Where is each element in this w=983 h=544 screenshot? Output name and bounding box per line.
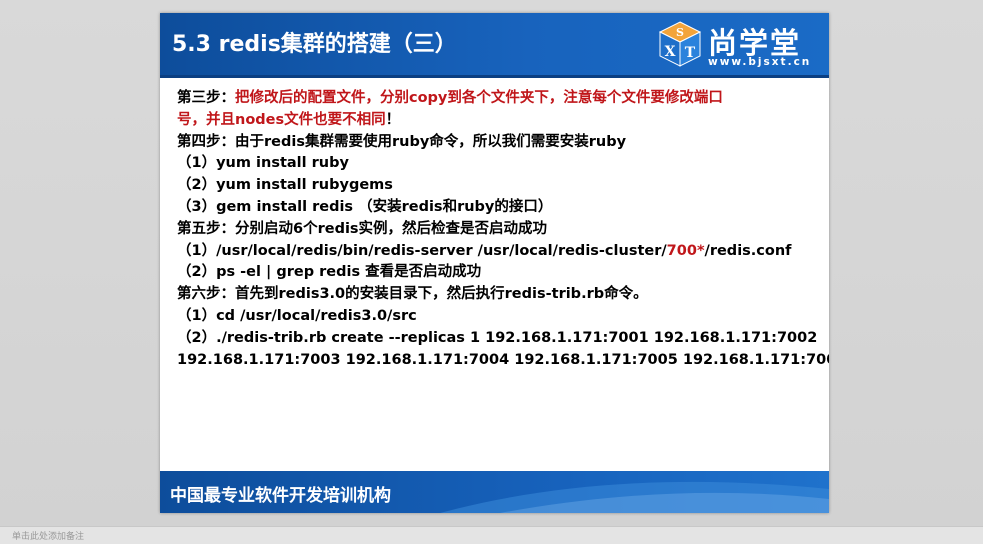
company-logo: S X T 尚学堂 www.bjsxt.cn [656, 17, 826, 73]
content-line: 第五步：分别启动6个redis实例，然后检查是否启动成功 [177, 219, 822, 241]
cube-letter-t: T [685, 45, 696, 61]
body-text: （1）cd /usr/local/redis3.0/src [177, 307, 417, 324]
logo-url: www.bjsxt.cn [708, 56, 812, 68]
content-line: （2）./redis-trib.rb create --replicas 1 1… [177, 328, 822, 350]
notes-placeholder: 单击此处添加备注 [12, 532, 85, 542]
footer-swoosh-decoration [440, 481, 829, 513]
body-text: （1）/usr/local/redis/bin/redis-server /us… [177, 242, 667, 259]
body-text: ！ [385, 111, 401, 128]
body-text: （2）yum install rubygems [177, 177, 393, 194]
highlight-text: 700* [666, 242, 705, 259]
body-text: 192.168.1.171:7003 192.168.1.171:7004 19… [177, 351, 829, 368]
slide-canvas[interactable]: 5.3 redis集群的搭建（三） S X T 尚学堂 www.bjsxt.cn… [160, 13, 829, 513]
content-line: 192.168.1.171:7003 192.168.1.171:7004 19… [177, 350, 829, 372]
content-line: 第四步：由于redis集群需要使用ruby命令，所以我们需要安装ruby [177, 132, 822, 154]
highlight-text: 号，并且nodes文件也要不相同 [177, 111, 386, 128]
content-line: （1）yum install ruby [177, 153, 822, 175]
notes-pane[interactable]: 单击此处添加备注 [0, 526, 983, 544]
slide-footer: 中国最专业软件开发培训机构 [160, 471, 829, 513]
slide-body[interactable]: 第三步：把修改后的配置文件，分别copy到各个文件夹下，注意每个文件要修改端口号… [177, 88, 829, 372]
content-line: （1）cd /usr/local/redis3.0/src [177, 306, 822, 328]
content-line: 号，并且nodes文件也要不相同！ [177, 110, 822, 132]
content-line: （3）gem install redis （安装redis和ruby的接口） [177, 197, 822, 219]
cube-letter-x: X [665, 44, 676, 60]
content-line: 第三步：把修改后的配置文件，分别copy到各个文件夹下，注意每个文件要修改端口 [177, 88, 822, 110]
content-line: 第六步：首先到redis3.0的安装目录下，然后执行redis-trib.rb命… [177, 284, 822, 306]
body-text: 第六步：首先到redis3.0的安装目录下，然后执行redis-trib.rb命… [177, 286, 648, 303]
body-text: （1）yum install ruby [177, 155, 349, 172]
sxt-cube-icon: S X T [658, 21, 702, 67]
cube-letter-s: S [676, 26, 684, 39]
body-text: /redis.conf [704, 242, 792, 259]
body-text: （2）ps -el | grep redis 查看是否启动成功 [177, 264, 482, 281]
content-line: （1）/usr/local/redis/bin/redis-server /us… [177, 241, 822, 263]
body-text: 第三步： [177, 90, 235, 106]
content-line: （2）yum install rubygems [177, 175, 822, 197]
body-text: （2）./redis-trib.rb create --replicas 1 1… [177, 329, 818, 346]
body-text: （3）gem install redis （安装redis和ruby的接口） [177, 198, 553, 215]
content-line: （2）ps -el | grep redis 查看是否启动成功 [177, 262, 822, 284]
slide-title: 5.3 redis集群的搭建（三） [172, 32, 457, 57]
body-text: 第四步：由于redis集群需要使用ruby命令，所以我们需要安装ruby [177, 133, 627, 150]
slide-header: 5.3 redis集群的搭建（三） S X T 尚学堂 www.bjsxt.cn [160, 13, 829, 78]
highlight-text: 把修改后的配置文件，分别copy到各个文件夹下，注意每个文件要修改端口 [235, 90, 723, 106]
body-text: 第五步：分别启动6个redis实例，然后检查是否启动成功 [177, 220, 548, 237]
footer-slogan: 中国最专业软件开发培训机构 [170, 486, 391, 506]
